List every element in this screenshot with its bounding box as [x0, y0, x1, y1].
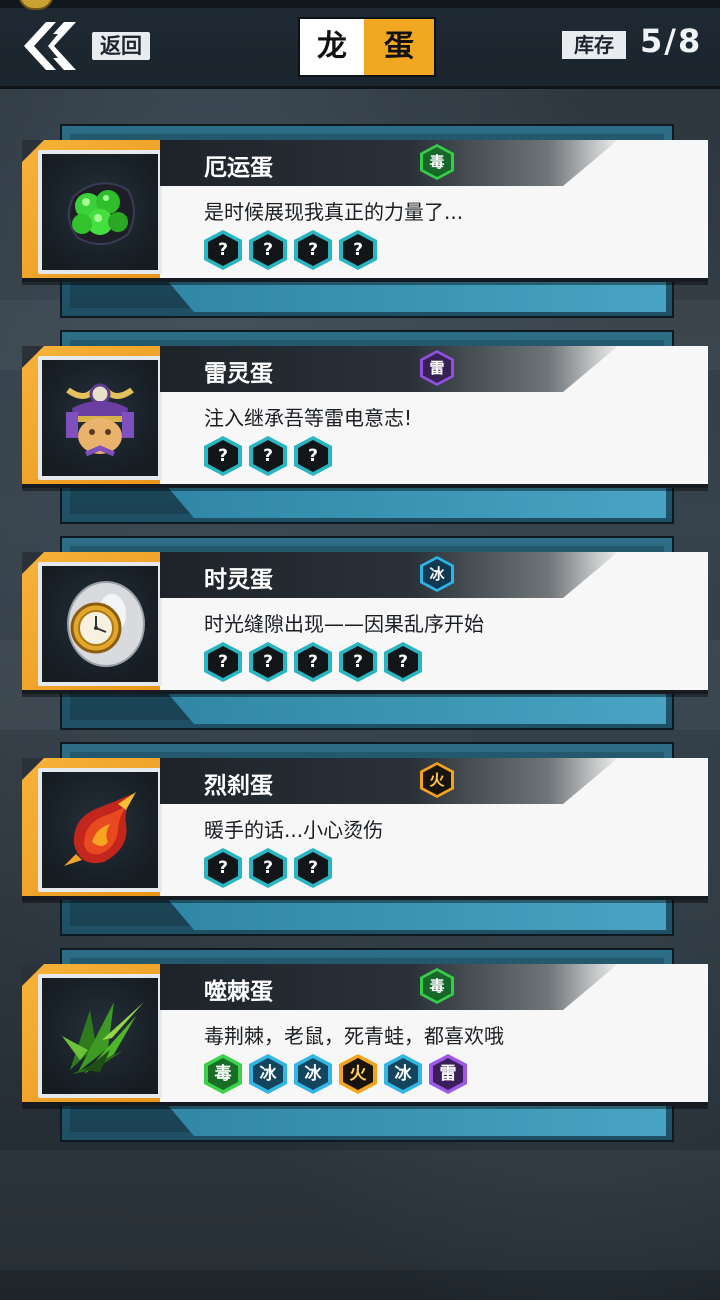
- unknown-slot[interactable]: ?: [339, 642, 377, 682]
- unknown-slot[interactable]: ?: [294, 848, 332, 888]
- slot-label: 冰: [298, 1058, 328, 1090]
- element-label: 雷: [423, 353, 451, 383]
- gene-slots: ? ? ? ?: [204, 230, 377, 270]
- egg-card[interactable]: 烈刹蛋 火 暖手的话...小心烫伤 ? ? ?: [0, 742, 720, 942]
- card-panel: 雷灵蛋 雷 注入继承吾等雷电意志! ? ? ?: [22, 346, 708, 488]
- slot-label: ?: [253, 440, 283, 472]
- egg-name: 时灵蛋: [204, 567, 273, 593]
- gene-slots: ? ? ? ? ?: [204, 642, 422, 682]
- egg-icon-box[interactable]: [38, 562, 162, 686]
- element-label: 火: [423, 765, 451, 795]
- unknown-slot[interactable]: ?: [384, 642, 422, 682]
- top-edge: [0, 0, 720, 8]
- icon-frame: [22, 140, 162, 278]
- slot-label: ?: [208, 234, 238, 266]
- unknown-slot[interactable]: ?: [204, 848, 242, 888]
- slot-label: ?: [253, 234, 283, 266]
- back-label: 返回: [92, 32, 150, 60]
- element-slot-ice[interactable]: 冰: [249, 1054, 287, 1094]
- slot-label: ?: [388, 646, 418, 678]
- unknown-slot[interactable]: ?: [339, 230, 377, 270]
- icon-frame: [22, 964, 162, 1102]
- gene-slots: 毒 冰 冰 火 冰 雷: [204, 1054, 467, 1094]
- egg-name: 厄运蛋: [204, 155, 273, 181]
- unknown-slot[interactable]: ?: [294, 230, 332, 270]
- element-slot-ice[interactable]: 冰: [384, 1054, 422, 1094]
- egg-icon-box[interactable]: [38, 150, 162, 274]
- element-slot-fire[interactable]: 火: [339, 1054, 377, 1094]
- card-panel: 厄运蛋 毒 是时候展现我真正的力量了... ? ? ? ?: [22, 140, 708, 282]
- slot-label: 毒: [208, 1058, 238, 1090]
- gene-slots: ? ? ?: [204, 436, 332, 476]
- egg-card[interactable]: 时灵蛋 冰 时光缝隙出现——因果乱序开始 ? ? ? ? ?: [0, 536, 720, 736]
- egg-name: 噬棘蛋: [204, 979, 273, 1005]
- card-panel: 时灵蛋 冰 时光缝隙出现——因果乱序开始 ? ? ? ? ?: [22, 552, 708, 694]
- slot-label: ?: [343, 234, 373, 266]
- egg-description: 暖手的话...小心烫伤: [204, 818, 384, 842]
- icon-frame: [22, 758, 162, 896]
- flame-egg-icon: [64, 792, 136, 866]
- element-slot-thunder[interactable]: 雷: [429, 1054, 467, 1094]
- slot-label: ?: [298, 234, 328, 266]
- slot-label: ?: [343, 646, 373, 678]
- egg-name: 烈刹蛋: [204, 773, 273, 799]
- clock-egg-icon: [67, 581, 145, 667]
- slot-label: ?: [298, 440, 328, 472]
- title-left: 龙: [300, 19, 364, 75]
- slot-label: ?: [208, 852, 238, 884]
- egg-card[interactable]: 厄运蛋 毒 是时候展现我真正的力量了... ? ? ? ?: [0, 124, 720, 324]
- unknown-slot[interactable]: ?: [204, 436, 242, 476]
- icon-frame: [22, 346, 162, 484]
- stock-label: 库存: [562, 31, 626, 59]
- egg-icon-box[interactable]: [38, 768, 162, 892]
- slot-label: 冰: [388, 1058, 418, 1090]
- slot-label: 雷: [433, 1058, 463, 1090]
- stock-count: 5/8: [640, 22, 703, 60]
- unknown-slot[interactable]: ?: [294, 642, 332, 682]
- gene-slots: ? ? ?: [204, 848, 332, 888]
- egg-card[interactable]: 噬棘蛋 毒 毒荆棘，老鼠，死青蛙，都喜欢哦 毒 冰 冰 火 冰 雷: [0, 948, 720, 1148]
- element-slot-ice[interactable]: 冰: [294, 1054, 332, 1094]
- egg-description: 是时候展现我真正的力量了...: [204, 200, 464, 224]
- unknown-slot[interactable]: ?: [249, 848, 287, 888]
- element-slot-poison[interactable]: 毒: [204, 1054, 242, 1094]
- title-right: 蛋: [364, 19, 434, 75]
- double-chevron-left-icon: [24, 22, 76, 70]
- slot-label: ?: [253, 646, 283, 678]
- unknown-slot[interactable]: ?: [204, 642, 242, 682]
- coin-icon: [18, 0, 54, 10]
- icon-frame: [22, 552, 162, 690]
- slot-label: ?: [298, 646, 328, 678]
- element-label: 毒: [423, 971, 451, 1001]
- back-button[interactable]: 返回: [18, 20, 150, 72]
- background-stripe: [0, 1150, 720, 1270]
- page-title: 龙 蛋: [298, 17, 436, 77]
- egg-description: 毒荆棘，老鼠，死青蛙，都喜欢哦: [204, 1024, 504, 1048]
- unknown-slot[interactable]: ?: [249, 230, 287, 270]
- element-label: 冰: [423, 559, 451, 589]
- card-panel: 噬棘蛋 毒 毒荆棘，老鼠，死青蛙，都喜欢哦 毒 冰 冰 火 冰 雷: [22, 964, 708, 1106]
- egg-description: 注入继承吾等雷电意志!: [204, 406, 413, 430]
- card-panel: 烈刹蛋 火 暖手的话...小心烫伤 ? ? ?: [22, 758, 708, 900]
- unknown-slot[interactable]: ?: [249, 436, 287, 476]
- egg-name: 雷灵蛋: [204, 361, 273, 387]
- slot-label: ?: [208, 440, 238, 472]
- element-label: 毒: [423, 147, 451, 177]
- egg-icon-box[interactable]: [38, 356, 162, 480]
- egg-icon-box[interactable]: [38, 974, 162, 1098]
- unknown-slot[interactable]: ?: [204, 230, 242, 270]
- samurai-helmet-egg-icon: [66, 383, 134, 457]
- slot-label: 火: [343, 1058, 373, 1090]
- egg-description: 时光缝隙出现——因果乱序开始: [204, 612, 484, 636]
- unknown-slot[interactable]: ?: [294, 436, 332, 476]
- slot-label: ?: [298, 852, 328, 884]
- slot-label: ?: [208, 646, 238, 678]
- thorn-egg-icon: [62, 1002, 144, 1074]
- egg-card[interactable]: 雷灵蛋 雷 注入继承吾等雷电意志! ? ? ?: [0, 330, 720, 530]
- unknown-slot[interactable]: ?: [249, 642, 287, 682]
- slot-label: ?: [253, 852, 283, 884]
- top-bar: 返回 龙 蛋 库存 5/8: [0, 0, 720, 89]
- green-poison-egg-icon: [67, 182, 135, 245]
- slot-label: 冰: [253, 1058, 283, 1090]
